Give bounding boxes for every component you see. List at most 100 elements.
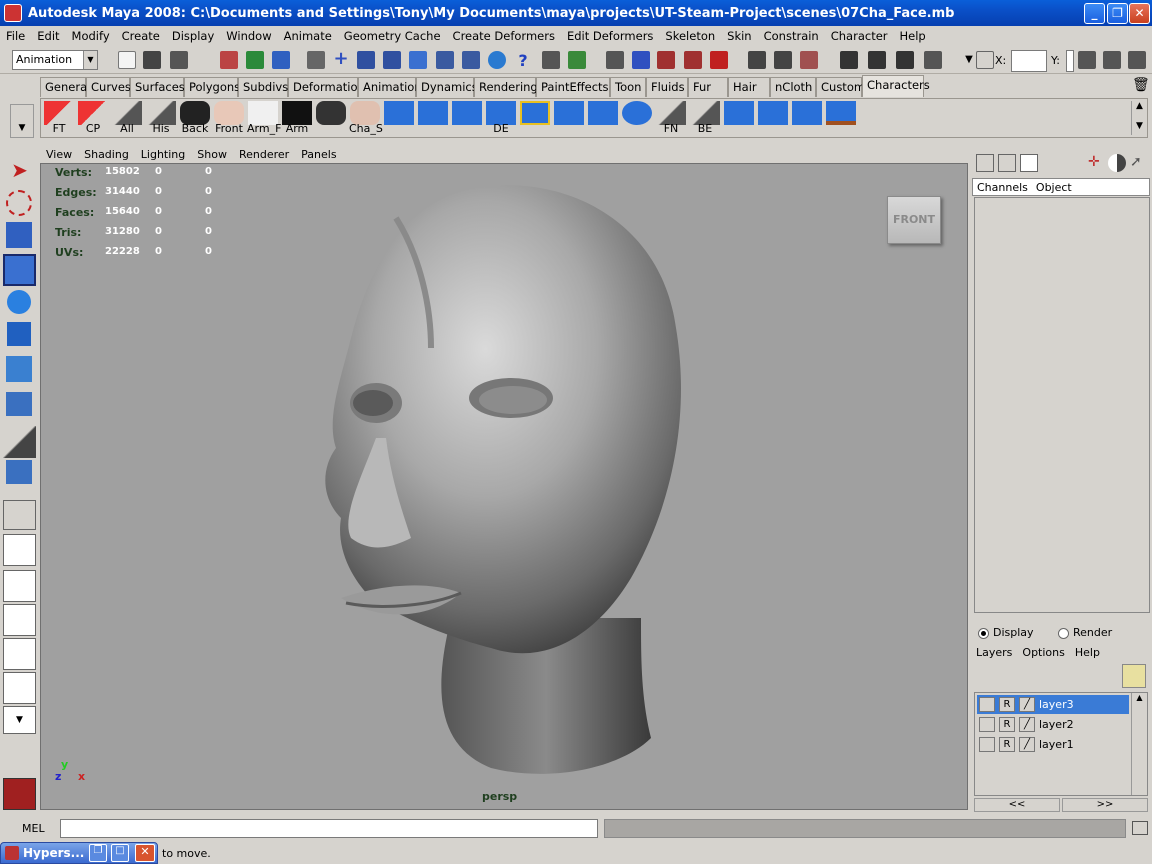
paint-select-tool-icon[interactable] [6,222,32,248]
tab-dynamics[interactable]: Dynamics [416,77,478,97]
layer-color-swatch[interactable]: ╱ [1019,737,1035,752]
layer-row[interactable]: R ╱ layer2 [977,715,1129,734]
shelf-button-poly-9[interactable] [757,101,789,135]
layer-row[interactable]: R ╱ layer1 [977,735,1129,754]
shelf-button-cha-s[interactable]: Cha_S [349,101,383,135]
shelf-button-poly-8[interactable] [723,101,755,135]
snap-view-plane-icon[interactable] [409,51,427,69]
outliner-persp-layout-icon[interactable] [3,570,36,602]
snap-grid-icon[interactable]: + [332,50,350,69]
shelf-button-poly-1[interactable] [383,101,415,135]
render-settings-icon[interactable] [684,51,702,69]
rotate-tool-icon[interactable] [7,290,31,314]
menu-help[interactable]: Help [894,29,932,43]
history-icon[interactable] [462,51,480,69]
tool-arrow-icon[interactable]: ➚ [1130,154,1148,172]
attribute-editor-icon[interactable] [1078,51,1096,69]
menu-character[interactable]: Character [825,29,894,43]
layer-reference-toggle[interactable]: R [999,697,1015,712]
menu-modify[interactable]: Modify [66,29,116,43]
layer-list-scrollbar[interactable]: ▲ [1131,693,1147,795]
select-tool-icon[interactable]: ➤ [3,158,36,190]
maximize-button[interactable]: □ [111,844,129,862]
tab-fluids[interactable]: Fluids [646,77,688,97]
render-icon[interactable] [488,51,506,69]
viewport-menu-show[interactable]: Show [191,148,233,161]
lock-icon[interactable] [542,51,560,69]
shelf-button-ft[interactable]: FT [43,101,75,135]
input-ops-icon[interactable] [748,51,766,69]
tab-characters[interactable]: Characters [862,75,930,97]
shelf-button-all[interactable]: All [111,101,143,135]
tab-toon[interactable]: Toon [610,77,646,97]
minimize-button[interactable]: _ [1084,3,1105,24]
tab-general[interactable]: General [40,77,90,97]
layer-reference-toggle[interactable]: R [999,737,1015,752]
shelf-button-paint[interactable] [825,101,857,135]
open-scene-icon[interactable] [143,51,161,69]
shelf-button-his[interactable]: His [145,101,177,135]
channel-layer-layout-icon[interactable] [1020,154,1038,172]
grid-icon[interactable] [606,51,624,69]
render-globals-icon[interactable] [924,51,942,69]
hypershade-icon[interactable] [840,51,858,69]
ipr-clapper-icon[interactable] [896,51,914,69]
layer-mode-render[interactable]: Render [1058,626,1112,639]
layer-visibility-toggle[interactable] [979,697,995,712]
axis-manipulator-icon[interactable]: ✛ [1088,154,1106,172]
tab-deformation[interactable]: Deformation [288,77,365,97]
tab-ncloth[interactable]: nCloth [770,77,816,97]
ipr-render-icon[interactable] [657,51,675,69]
magnet-icon[interactable] [710,51,728,69]
viewport-menu-renderer[interactable]: Renderer [233,148,295,161]
channel-box-tab-channels[interactable]: Channels [973,181,1032,194]
layer-visibility-toggle[interactable] [979,737,995,752]
close-button[interactable]: ✕ [1129,3,1150,24]
menu-constrain[interactable]: Constrain [758,29,825,43]
menu-display[interactable]: Display [166,29,220,43]
tab-animation[interactable]: Animation [358,77,422,97]
tab-curves[interactable]: Curves [86,77,131,97]
tab-fur[interactable]: Fur [688,77,728,97]
select-by-type-icon[interactable] [307,51,325,69]
layer-visibility-toggle[interactable] [979,717,995,732]
tab-surfaces[interactable]: Surfaces [130,77,185,97]
scroll-right-button[interactable]: >> [1062,798,1148,812]
create-layer-icon[interactable] [1122,664,1146,688]
shelf-button-back[interactable]: Back [179,101,211,135]
help-icon[interactable]: ? [514,51,532,70]
head-model[interactable] [281,178,701,778]
shelf-button-poly-7[interactable] [621,101,653,135]
output-ops-icon[interactable] [774,51,792,69]
shelf-menu-button[interactable]: ▼ [10,104,34,138]
shelf-button-front[interactable]: Front [213,101,245,135]
view-cube[interactable]: FRONT [887,196,941,244]
shelf-button-poly-5[interactable] [553,101,585,135]
shelf-button-poly-2[interactable] [417,101,449,135]
perspective-viewport[interactable]: Verts: 15802 0 0 Edges: 31440 0 0 Faces:… [40,163,968,810]
four-view-layout-icon[interactable] [3,534,36,566]
shelf-button-cp[interactable]: CP [77,101,109,135]
maximize-button[interactable]: ❐ [1107,3,1128,24]
viewport-menu-lighting[interactable]: Lighting [135,148,191,161]
viewport-menu-shading[interactable]: Shading [78,148,135,161]
shelf-button-poly-3[interactable] [451,101,483,135]
move-tool-icon[interactable] [3,254,36,286]
render-view-icon[interactable] [800,51,818,69]
persp-graph-layout-icon[interactable] [3,604,36,636]
shelf-button-poly-10[interactable] [791,101,823,135]
y-field[interactable] [1066,50,1074,72]
layer-menu-layers[interactable]: Layers [976,646,1022,659]
soft-modification-icon[interactable] [6,392,32,416]
scale-tool-icon[interactable] [7,322,31,346]
persp-outliner-layout-icon[interactable] [3,672,36,704]
layer-color-swatch[interactable]: ╱ [1019,717,1035,732]
single-perspective-layout-icon[interactable] [3,500,36,530]
tab-rendering[interactable]: Rendering [474,77,538,97]
tab-painteffects[interactable]: PaintEffects [536,77,610,97]
select-component-icon[interactable] [272,51,290,69]
minimized-window[interactable]: Hypers... ❐ □ ✕ [0,842,158,864]
select-hierarchy-icon[interactable] [220,51,238,69]
shelf-button-arm[interactable]: Arm [281,101,313,135]
menu-window[interactable]: Window [220,29,277,43]
